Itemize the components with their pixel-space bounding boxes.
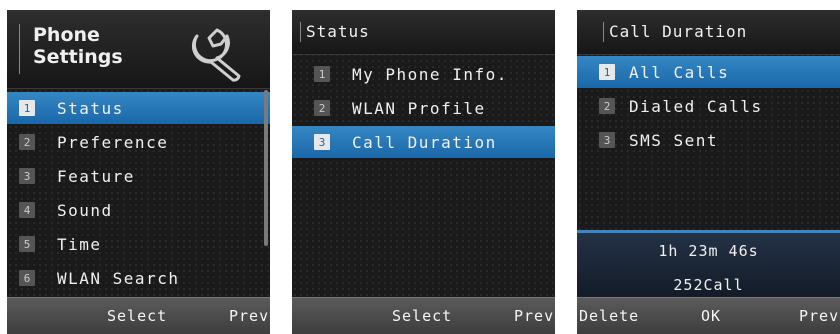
menu-item-my-phone-info[interactable]: 1 My Phone Info.: [292, 58, 555, 90]
wrench-icon: [191, 28, 241, 82]
item-label: Status: [57, 98, 124, 118]
call-duration-value: 1h 23m 46s: [658, 242, 759, 260]
page-title: Call Duration: [609, 22, 748, 41]
item-label: Call Duration: [352, 132, 497, 152]
item-label: SMS Sent: [629, 130, 719, 150]
status-header: Status: [292, 10, 555, 55]
delete-softkey[interactable]: Delete: [579, 307, 639, 325]
prev-softkey[interactable]: Prev: [229, 307, 269, 325]
menu-item-time[interactable]: 5 Time: [7, 228, 270, 260]
select-softkey[interactable]: Select: [107, 307, 167, 325]
title-line-1: Phone: [33, 24, 100, 46]
select-softkey[interactable]: Select: [392, 307, 452, 325]
menu-item-status[interactable]: 1 Status: [7, 92, 270, 124]
menu-item-wlan-search[interactable]: 6 WLAN Search: [7, 262, 270, 294]
menu-item-dialed-calls[interactable]: 2 Dialed Calls: [577, 90, 840, 122]
item-number: 1: [19, 100, 35, 116]
item-label: My Phone Info.: [352, 64, 508, 84]
item-label: Sound: [57, 200, 113, 220]
item-number: 1: [599, 64, 615, 80]
menu-item-wlan-profile[interactable]: 2 WLAN Profile: [292, 92, 555, 124]
item-number: 5: [19, 236, 35, 252]
item-label: Time: [57, 234, 102, 254]
call-summary-panel: 1h 23m 46s 252Call: [577, 230, 840, 301]
ok-softkey[interactable]: OK: [701, 307, 721, 325]
item-number: 3: [599, 132, 615, 148]
prev-softkey[interactable]: Prev: [799, 307, 839, 325]
item-number: 6: [19, 270, 35, 286]
settings-header: Phone Settings: [7, 10, 270, 89]
item-label: Feature: [57, 166, 135, 186]
status-screen: Status 1 My Phone Info. 2 WLAN Profile 3…: [292, 10, 555, 334]
menu-item-sound[interactable]: 4 Sound: [7, 194, 270, 226]
item-number: 4: [19, 202, 35, 218]
header-divider: [19, 24, 20, 74]
call-count-value: 252Call: [673, 276, 744, 294]
menu-item-call-duration[interactable]: 3 Call Duration: [292, 126, 555, 158]
item-label: Preference: [57, 132, 169, 152]
scrollbar[interactable]: [264, 90, 268, 246]
item-label: All Calls: [629, 62, 730, 82]
call-duration-header: Call Duration: [577, 10, 840, 55]
prev-softkey[interactable]: Prev: [514, 307, 554, 325]
call-duration-screen: Call Duration 1 All Calls 2 Dialed Calls…: [577, 10, 840, 334]
item-number: 2: [19, 134, 35, 150]
item-number: 1: [314, 66, 330, 82]
softkey-bar: Delete OK Prev: [577, 297, 840, 334]
menu-item-preference[interactable]: 2 Preference: [7, 126, 270, 158]
item-label: WLAN Search: [57, 268, 180, 288]
menu-item-feature[interactable]: 3 Feature: [7, 160, 270, 192]
item-number: 3: [314, 134, 330, 150]
softkey-bar: Select Prev: [7, 297, 270, 334]
item-label: WLAN Profile: [352, 98, 486, 118]
menu-item-all-calls[interactable]: 1 All Calls: [577, 56, 840, 88]
menu-item-sms-sent[interactable]: 3 SMS Sent: [577, 124, 840, 156]
page-title: Phone Settings: [33, 24, 123, 68]
item-number: 2: [314, 100, 330, 116]
softkey-bar: Select Prev: [292, 297, 555, 334]
header-divider: [603, 22, 604, 42]
page-title: Status: [306, 22, 370, 41]
item-number: 2: [599, 98, 615, 114]
item-label: Dialed Calls: [629, 96, 763, 116]
phone-settings-screen: Phone Settings 1 Status 2 Preference 3 F…: [7, 10, 270, 334]
title-line-2: Settings: [33, 46, 123, 68]
item-number: 3: [19, 168, 35, 184]
header-divider: [300, 22, 301, 42]
